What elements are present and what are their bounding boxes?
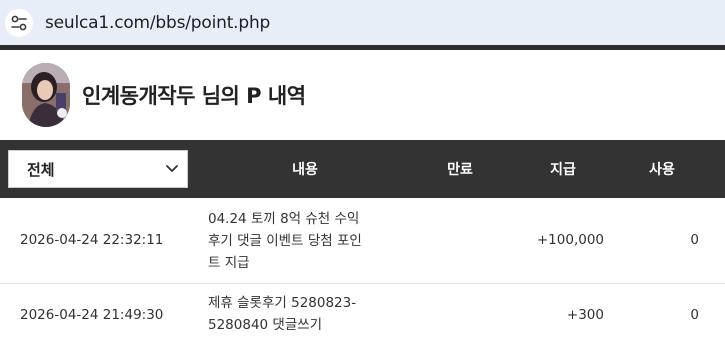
column-header-give: 지급 — [550, 162, 576, 178]
column-header-content: 내용 — [292, 162, 318, 178]
row-content-line: 후기 댓글 이벤트 당첨 포인 — [208, 233, 362, 249]
row-content-line: 트 지급 — [208, 255, 250, 271]
row-give-amount: +100,000 — [536, 232, 604, 248]
column-header-expire: 만료 — [447, 162, 473, 178]
table-row: 2026-04-24 21:49:30 제휴 슬롯후기 5280823- 528… — [0, 284, 725, 337]
chevron-down-icon — [166, 165, 178, 172]
row-content-line: 04.24 토끼 8억 슈천 수익 — [208, 211, 360, 227]
table-row: 2026-04-24 22:32:11 04.24 토끼 8억 슈천 수익 후기… — [0, 198, 725, 284]
filter-select[interactable]: 전체 — [8, 150, 188, 188]
row-content: 04.24 토끼 8억 슈천 수익 후기 댓글 이벤트 당첨 포인 트 지급 — [208, 208, 398, 274]
row-content-line: 5280840 댓글쓰기 — [208, 317, 323, 333]
row-content-line: 제휴 슬롯후기 5280823- — [208, 295, 357, 311]
user-avatar — [22, 63, 70, 127]
page-title: 인계동개작두 님의 P 내역 — [82, 84, 306, 108]
row-date: 2026-04-24 22:32:11 — [20, 232, 164, 248]
row-date: 2026-04-24 21:49:30 — [20, 307, 164, 323]
row-use-amount: 0 — [690, 232, 699, 248]
page-header: 인계동개작두 님의 P 내역 — [0, 50, 725, 140]
row-give-amount: +300 — [566, 307, 604, 323]
table-header: 전체 내용 만료 지급 사용 — [0, 140, 725, 198]
tune-icon — [11, 15, 27, 31]
url-field[interactable]: seulca1.com/bbs/point.php — [45, 13, 270, 33]
row-content: 제휴 슬롯후기 5280823- 5280840 댓글쓰기 — [208, 292, 398, 336]
filter-selected-value: 전체 — [27, 161, 55, 179]
row-use-amount: 0 — [690, 307, 699, 323]
column-header-use: 사용 — [649, 162, 675, 178]
site-info-button[interactable] — [5, 9, 33, 37]
address-bar: seulca1.com/bbs/point.php — [0, 0, 725, 45]
